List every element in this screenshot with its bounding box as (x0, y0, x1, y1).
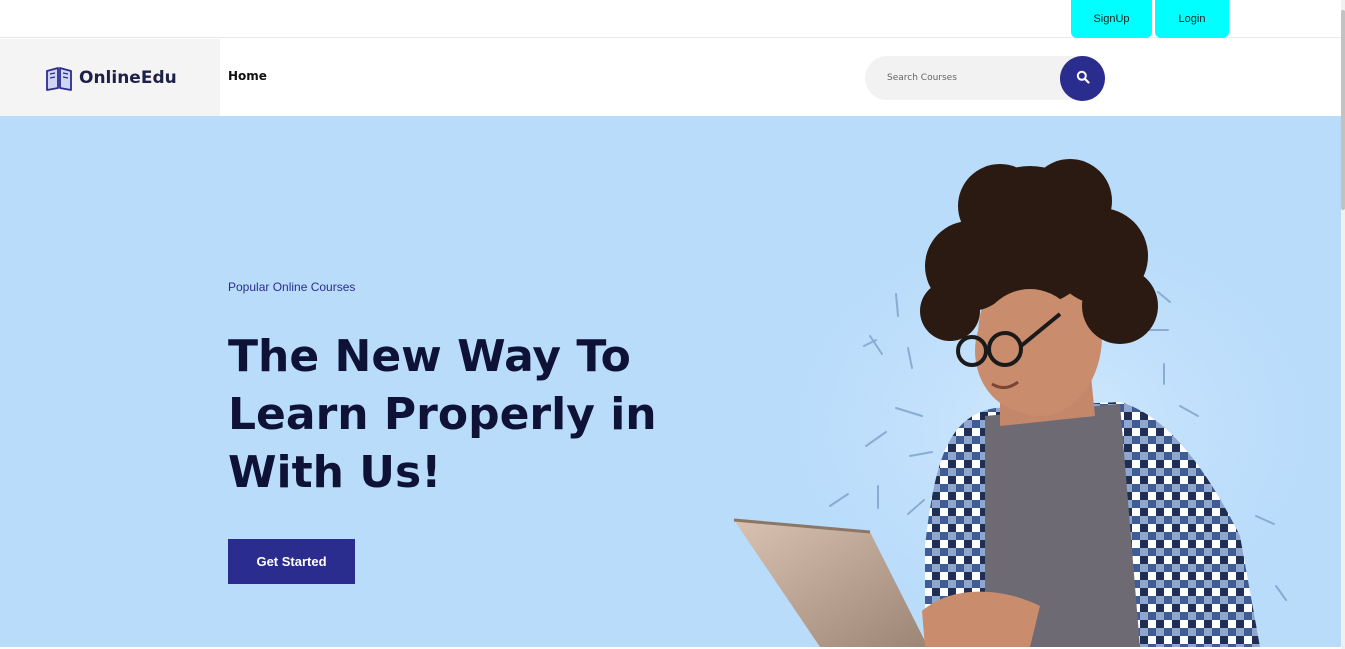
site-header: OnlineEdu Home (0, 39, 1341, 116)
hero-headline: The New Way To Learn Properly in With Us… (228, 328, 708, 502)
headline-line-1: The New Way To (228, 331, 631, 382)
search-input[interactable] (881, 56, 1056, 100)
signup-button[interactable]: SignUp (1071, 0, 1152, 38)
top-bar: SignUp Login (0, 0, 1341, 38)
scrollbar-thumb[interactable] (1341, 10, 1345, 210)
headline-line-2: Learn Properly in (228, 389, 657, 440)
search-bar (865, 56, 1105, 101)
headline-line-3: With Us! (228, 447, 442, 498)
nav-home-link[interactable]: Home (228, 69, 267, 83)
search-icon (1076, 70, 1090, 87)
book-icon (45, 65, 73, 91)
logo-text: OnlineEdu (79, 67, 177, 88)
get-started-button[interactable]: Get Started (228, 539, 355, 584)
hero-section: Popular Online Courses The New Way To Le… (0, 116, 1341, 647)
page-scrollbar[interactable] (1341, 0, 1345, 649)
hero-student-image (700, 156, 1341, 647)
logo[interactable]: OnlineEdu (0, 39, 220, 116)
hero-eyebrow: Popular Online Courses (228, 280, 356, 294)
search-button[interactable] (1060, 56, 1105, 101)
login-button[interactable]: Login (1155, 0, 1229, 38)
